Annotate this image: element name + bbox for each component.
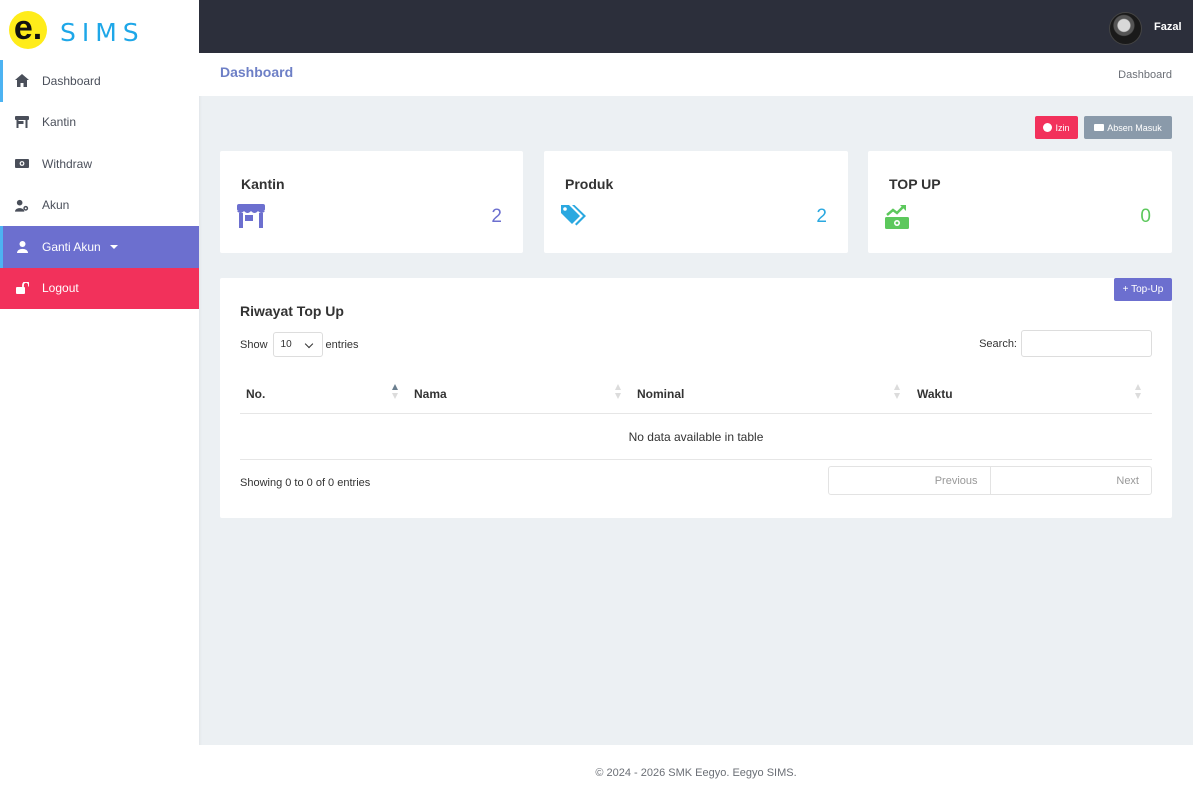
sidebar-item-label: Logout	[42, 281, 79, 296]
money-icon	[15, 157, 29, 171]
topbar: Fazal	[199, 0, 1193, 53]
card-title: Produk	[565, 176, 614, 192]
chevron-down-icon	[304, 339, 313, 349]
card-value: 0	[1140, 206, 1151, 227]
money-trend-icon	[885, 204, 913, 230]
tags-icon	[561, 204, 589, 230]
sidebar-item-ganti-akun[interactable]: Ganti Akun	[0, 226, 199, 268]
card-title: Kantin	[241, 176, 285, 192]
card-value: 2	[816, 206, 827, 227]
user-icon	[15, 240, 29, 254]
next-button[interactable]: Next	[991, 467, 1152, 494]
search-label: Search:	[979, 337, 1017, 350]
sort-icon	[1135, 384, 1143, 400]
izin-button[interactable]: Izin	[1035, 116, 1078, 139]
entries-value: 10	[280, 339, 292, 350]
store-icon	[237, 204, 265, 230]
store-icon	[15, 115, 29, 129]
column-label: Nominal	[637, 386, 685, 401]
absen-masuk-button[interactable]: Absen Masuk	[1084, 116, 1172, 139]
izin-label: Izin	[1055, 122, 1070, 133]
column-header-no[interactable]: No.	[246, 373, 406, 414]
entries-label: entries	[325, 338, 359, 351]
table-info: Showing 0 to 0 of 0 entries	[240, 477, 371, 489]
card-title: TOP UP	[889, 176, 941, 192]
entries-select[interactable]: 10	[272, 332, 323, 357]
column-label: Nama	[414, 386, 447, 401]
sort-icon	[392, 384, 400, 400]
riwayat-topup-panel: Riwayat Top Up Show 10 entries Search: N…	[220, 278, 1172, 518]
absen-label: Absen Masuk	[1107, 122, 1162, 133]
sidebar: e. SIMS Dashboard Kantin Withdraw Akun G…	[0, 0, 199, 800]
username[interactable]: Fazal	[1154, 21, 1182, 33]
sidebar-item-label: Dashboard	[42, 73, 101, 88]
card-value: 2	[491, 206, 502, 227]
unlock-icon	[15, 281, 29, 295]
sidebar-item-withdraw[interactable]: Withdraw	[0, 143, 199, 185]
camera-icon	[1094, 124, 1105, 131]
page-header: Dashboard Dashboard	[199, 53, 1193, 96]
column-header-nama[interactable]: Nama	[414, 373, 614, 414]
sidebar-item-label: Akun	[42, 198, 70, 213]
brand-logo[interactable]: e. SIMS	[0, 0, 199, 60]
brand-name: SIMS	[60, 17, 145, 47]
column-header-nominal[interactable]: Nominal	[637, 373, 887, 414]
entries-length-control: Show 10 entries	[240, 332, 359, 357]
table-empty-row: No data available in table	[240, 414, 1152, 460]
sidebar-item-label: Ganti Akun	[42, 239, 101, 254]
caret-down-icon	[109, 244, 118, 249]
sort-icon	[894, 384, 902, 400]
sidebar-item-akun[interactable]: Akun	[0, 185, 199, 227]
home-icon	[15, 74, 29, 88]
stat-card-produk: Produk 2	[544, 151, 848, 253]
logo-badge: e.	[9, 11, 47, 49]
panel-title: Riwayat Top Up	[240, 303, 344, 319]
table-header: No. Nama Nominal Waktu	[240, 373, 1152, 414]
pagination: Previous Next	[828, 466, 1152, 495]
sidebar-item-logout[interactable]: Logout	[0, 267, 199, 309]
column-header-waktu[interactable]: Waktu	[917, 373, 1137, 414]
info-icon	[1043, 123, 1053, 132]
search-control: Search:	[979, 330, 1152, 357]
footer: © 2024 - 2026 SMK Eegyo. Eegyo SIMS.	[199, 745, 1193, 800]
column-label: Waktu	[917, 386, 953, 401]
user-gear-icon	[15, 198, 29, 212]
previous-button[interactable]: Previous	[829, 467, 991, 494]
sidebar-item-label: Withdraw	[42, 156, 93, 171]
add-topup-button[interactable]: + Top-Up	[1114, 278, 1172, 301]
page-title: Dashboard	[220, 64, 294, 80]
breadcrumb[interactable]: Dashboard	[1118, 69, 1172, 81]
search-input[interactable]	[1021, 330, 1152, 357]
sidebar-item-dashboard[interactable]: Dashboard	[0, 60, 199, 102]
avatar[interactable]	[1109, 12, 1142, 45]
sidebar-item-label: Kantin	[42, 115, 77, 130]
sort-icon	[615, 384, 623, 400]
column-label: No.	[246, 386, 266, 401]
show-label: Show	[240, 338, 268, 351]
sidebar-item-kantin[interactable]: Kantin	[0, 102, 199, 144]
stat-card-topup: TOP UP 0	[868, 151, 1172, 253]
stat-card-kantin: Kantin 2	[220, 151, 523, 253]
